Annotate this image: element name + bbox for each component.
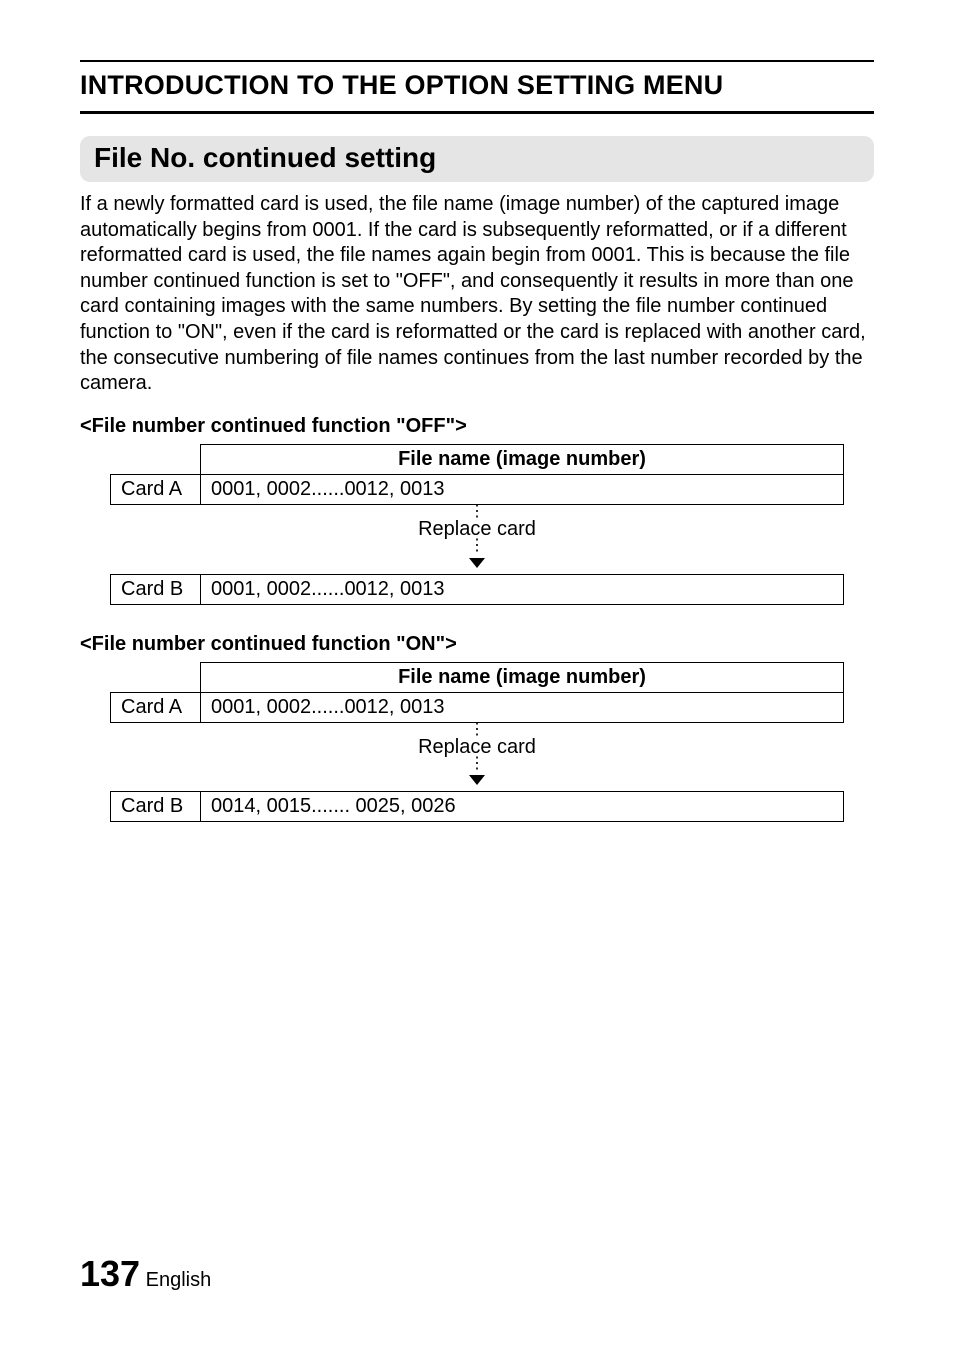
example-off-table-b: Card B 0001, 0002......0012, 0013 [110, 574, 844, 605]
table-header-filename: File name (image number) [201, 662, 844, 692]
page-title: INTRODUCTION TO THE OPTION SETTING MENU [80, 70, 874, 101]
replace-card-indicator: ⋮ Replace card ⋮ [110, 505, 844, 574]
page-number: 137 [80, 1253, 140, 1294]
table-cell-blank [111, 662, 201, 692]
table-cell-card-b-label: Card B [111, 792, 201, 822]
example-on-table-a: File name (image number) Card A 0001, 00… [110, 662, 844, 723]
table-row: Card A 0001, 0002......0012, 0013 [111, 692, 844, 722]
table-cell-card-a-value: 0001, 0002......0012, 0013 [201, 474, 844, 504]
table-header-filename: File name (image number) [201, 444, 844, 474]
table-cell-card-a-label: Card A [111, 692, 201, 722]
example-on-table-b: Card B 0014, 0015....... 0025, 0026 [110, 791, 844, 822]
section-pill: File No. continued setting [80, 136, 874, 182]
table-cell-card-b-value: 0014, 0015....... 0025, 0026 [201, 792, 844, 822]
section-heading: File No. continued setting [94, 142, 860, 174]
page-footer: 137 English [80, 1253, 211, 1295]
table-cell-card-b-label: Card B [111, 574, 201, 604]
example-on-heading: <File number continued function "ON"> [80, 633, 874, 656]
vertical-dots-icon: ⋮ [110, 723, 844, 737]
table-row: Card A 0001, 0002......0012, 0013 [111, 474, 844, 504]
vertical-dots-icon: ⋮ [110, 505, 844, 519]
arrow-down-icon [469, 556, 485, 570]
example-off-heading: <File number continued function "OFF"> [80, 415, 874, 438]
table-row: Card B 0014, 0015....... 0025, 0026 [111, 792, 844, 822]
table-cell-card-b-value: 0001, 0002......0012, 0013 [201, 574, 844, 604]
replace-card-indicator: ⋮ Replace card ⋮ [110, 723, 844, 792]
vertical-dots-icon: ⋮ [110, 757, 844, 771]
arrow-down-icon [469, 773, 485, 787]
example-off-table-a: File name (image number) Card A 0001, 00… [110, 444, 844, 505]
vertical-dots-icon: ⋮ [110, 539, 844, 553]
table-row: Card B 0001, 0002......0012, 0013 [111, 574, 844, 604]
table-cell-card-a-value: 0001, 0002......0012, 0013 [201, 692, 844, 722]
table-cell-card-a-label: Card A [111, 474, 201, 504]
footer-language: English [146, 1269, 212, 1291]
section-body: If a newly formatted card is used, the f… [80, 192, 874, 397]
table-cell-blank [111, 444, 201, 474]
